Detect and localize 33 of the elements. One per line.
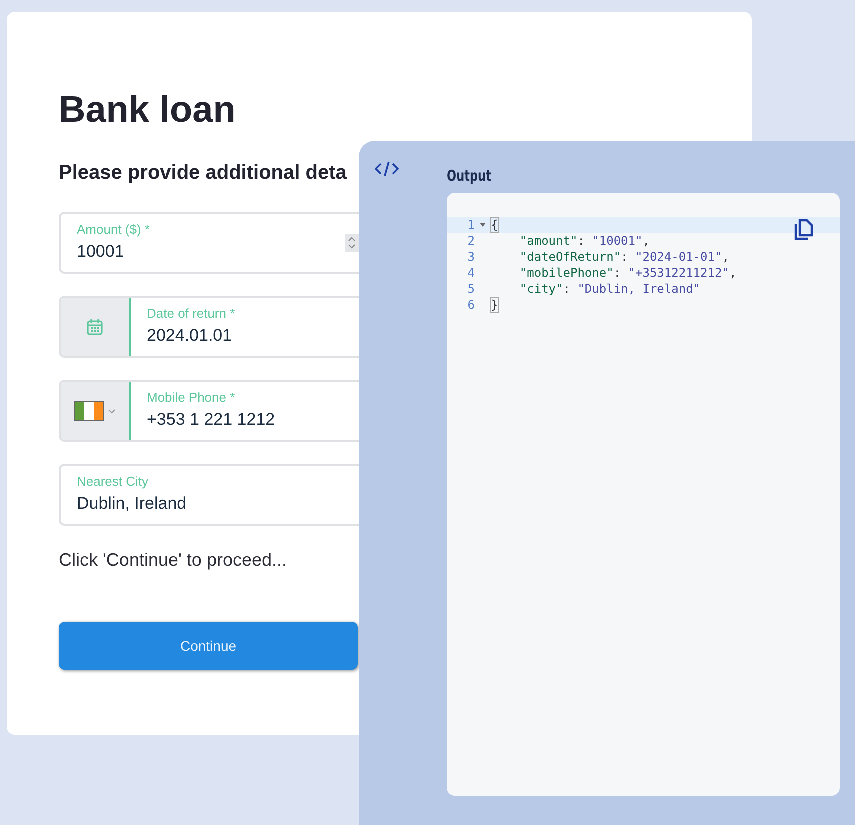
- line-number: 5: [466, 282, 475, 296]
- field-value: 2024.01.01: [147, 325, 234, 347]
- line-number: 4: [466, 266, 475, 280]
- form-title: Bank loan: [59, 88, 237, 132]
- city-field[interactable]: Nearest City Dublin, Ireland: [59, 464, 359, 526]
- fold-caret-icon[interactable]: [480, 223, 486, 227]
- line-number: 2: [466, 234, 475, 248]
- hint-text: Click 'Continue' to proceed...: [59, 549, 288, 572]
- field-value: +353 1 221 1212: [147, 409, 276, 431]
- phone-field[interactable]: Mobile Phone * +353 1 221 1212: [59, 380, 359, 442]
- output-title: Output: [447, 167, 492, 185]
- code-text: "city": "Dublin, Ireland": [518, 282, 701, 296]
- code-text: "mobilePhone": "+35312211212",: [518, 266, 737, 280]
- code-text: "dateOfReturn": "2024-01-01",: [518, 250, 730, 264]
- code-text: }: [491, 298, 498, 312]
- line-number: 3: [466, 250, 475, 264]
- field-label: Nearest City: [77, 474, 150, 490]
- code-text: "amount": "10001",: [518, 234, 650, 248]
- line-number: 1: [466, 218, 475, 232]
- code-text: {: [491, 218, 498, 232]
- stepper-icon[interactable]: [345, 234, 359, 252]
- code-icon[interactable]: [375, 161, 399, 177]
- amount-field[interactable]: Amount ($) * 10001: [59, 212, 359, 274]
- form-subtitle: Please provide additional deta: [59, 161, 347, 186]
- copy-icon[interactable]: [794, 219, 814, 241]
- date-field[interactable]: Date of return * 2024.01.01: [59, 296, 359, 358]
- flag-icon[interactable]: [74, 401, 104, 421]
- field-value: 10001: [77, 241, 126, 263]
- field-label: Amount ($) *: [77, 222, 150, 238]
- field-value: Dublin, Ireland: [77, 493, 187, 515]
- field-label: Mobile Phone *: [147, 390, 236, 406]
- field-label: Date of return *: [147, 306, 236, 322]
- line-number: 6: [466, 298, 475, 312]
